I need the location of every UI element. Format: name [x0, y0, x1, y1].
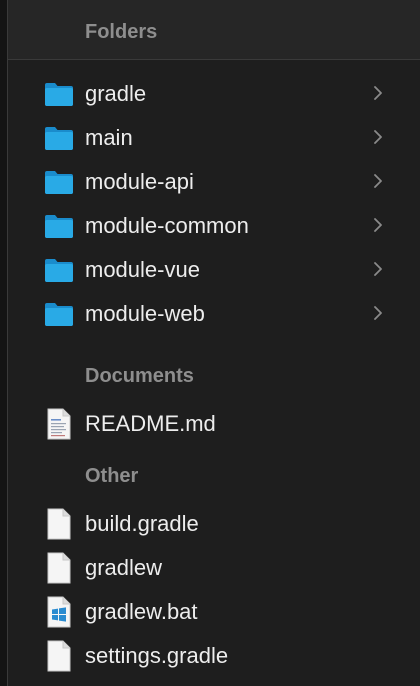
folder-icon [44, 212, 74, 240]
chevron-right-icon[interactable] [372, 128, 384, 146]
folder-label: gradle [85, 81, 147, 106]
folder-label: main [85, 125, 133, 150]
windows-document-icon [46, 596, 72, 628]
folder-icon [44, 124, 74, 152]
chevron-right-icon[interactable] [372, 172, 384, 190]
folder-icon [44, 300, 74, 328]
file-label: gradlew.bat [85, 599, 198, 624]
folder-icon [44, 256, 74, 284]
folder-label: module-common [85, 213, 249, 238]
chevron-right-icon[interactable] [372, 216, 384, 234]
document-row-readme[interactable]: README.md [8, 402, 420, 446]
blank-document-icon [46, 552, 72, 584]
file-row-settings-gradle[interactable]: settings.gradle [8, 634, 420, 678]
folder-row-main[interactable]: main [8, 116, 420, 160]
chevron-right-icon[interactable] [372, 304, 384, 322]
section-header-documents: Documents [85, 365, 194, 387]
chevron-right-icon[interactable] [372, 84, 384, 102]
file-row-gradlew[interactable]: gradlew [8, 546, 420, 590]
folder-row-module-web[interactable]: module-web [8, 292, 420, 336]
blank-document-icon [46, 508, 72, 540]
markdown-document-icon [46, 408, 72, 440]
folder-label: module-web [85, 301, 205, 326]
file-label: gradlew [85, 555, 163, 580]
folder-row-module-common[interactable]: module-common [8, 204, 420, 248]
left-edge-divider [0, 0, 8, 686]
folder-label: module-api [85, 169, 194, 194]
file-label: settings.gradle [85, 643, 229, 668]
section-header-folders: Folders [85, 21, 158, 43]
folder-row-module-api[interactable]: module-api [8, 160, 420, 204]
folder-icon [44, 168, 74, 196]
top-bar [8, 0, 420, 60]
file-label: build.gradle [85, 511, 199, 536]
folder-row-gradle[interactable]: gradle [8, 72, 420, 116]
folder-icon [44, 80, 74, 108]
file-row-gradlew-bat[interactable]: gradlew.bat [8, 590, 420, 634]
file-row-build-gradle[interactable]: build.gradle [8, 502, 420, 546]
document-label: README.md [85, 411, 216, 436]
file-browser-window: Folders gradle main module-api module-co [0, 0, 420, 686]
blank-document-icon [46, 640, 72, 672]
folder-row-module-vue[interactable]: module-vue [8, 248, 420, 292]
folder-label: module-vue [85, 257, 200, 282]
section-header-other: Other [85, 465, 139, 487]
chevron-right-icon[interactable] [372, 260, 384, 278]
